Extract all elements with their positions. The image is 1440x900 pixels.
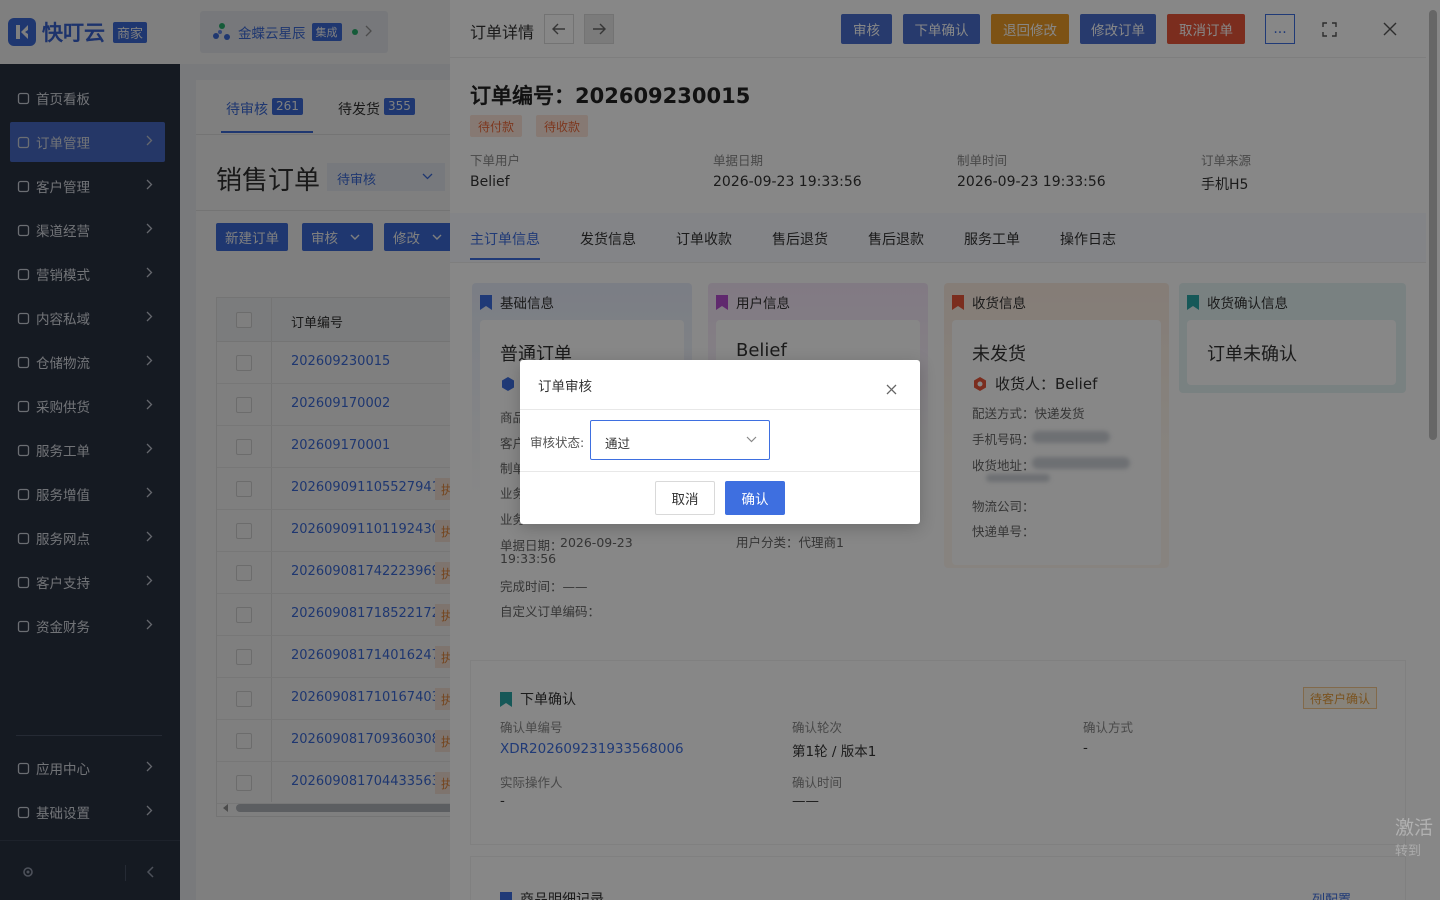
review-status-label: 审核状态: bbox=[530, 435, 585, 450]
activation-watermark: 激活 bbox=[1395, 817, 1434, 839]
cancel-button[interactable]: 取消 bbox=[655, 481, 715, 515]
divider bbox=[520, 471, 920, 472]
activation-watermark-sub: 转到 bbox=[1395, 844, 1422, 859]
divider bbox=[520, 409, 920, 410]
chevron-down-icon bbox=[746, 436, 757, 443]
confirm-button[interactable]: 确认 bbox=[725, 481, 785, 515]
review-status-value: 通过 bbox=[605, 436, 631, 451]
close-icon[interactable] bbox=[886, 384, 897, 395]
order-review-modal: 订单审核 审核状态: 通过 取消 确认 bbox=[520, 360, 920, 524]
modal-title: 订单审核 bbox=[538, 379, 592, 395]
review-status-select[interactable]: 通过 bbox=[590, 420, 770, 460]
